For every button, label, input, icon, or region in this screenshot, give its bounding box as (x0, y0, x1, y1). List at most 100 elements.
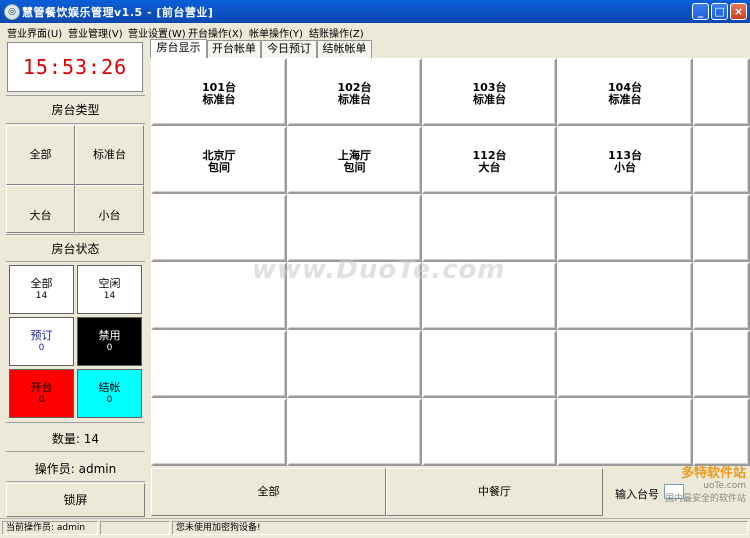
menu-open-table[interactable]: 开台操作(X) (188, 25, 243, 40)
status-opened-count: 0 (38, 395, 45, 405)
table-tile-empty[interactable] (151, 330, 287, 398)
status-bar: 当前操作员: admin 您未使用加密狗设备! (0, 518, 750, 538)
watermark: www.DuoTe.com (252, 255, 506, 285)
menu-bill-ops[interactable]: 帐单操作(Y) (249, 25, 303, 40)
table-number-label: 输入台号 (615, 488, 659, 501)
table-tile-empty[interactable] (422, 330, 557, 398)
table-tile-empty[interactable] (557, 330, 693, 398)
table-tile-empty[interactable] (693, 58, 750, 126)
room-status-title: 房台状态 (51, 242, 100, 256)
table-tile[interactable]: 北京厅 包间 (151, 126, 287, 194)
app-icon: ◎ (4, 4, 20, 20)
table-tile-empty[interactable] (693, 126, 750, 194)
table-type: 标准台 (608, 93, 642, 106)
room-type-large-button[interactable]: 大台 (6, 185, 75, 233)
status-disabled-count: 0 (106, 343, 113, 353)
table-type: 标准台 (338, 93, 371, 106)
status-checkout-label: 结帐 (98, 381, 121, 394)
table-tile-empty[interactable] (693, 330, 750, 398)
status-checkout-button[interactable]: 结帐 0 (77, 369, 142, 418)
status-all-button[interactable]: 全部 14 (9, 265, 74, 314)
table-tile[interactable]: 103台 标准台 (422, 58, 557, 126)
status-reserved-label: 预订 (30, 329, 53, 342)
clock: 15:53:26 (7, 42, 143, 92)
status-free-button[interactable]: 空闲 14 (77, 265, 142, 314)
table-tile-empty[interactable] (557, 398, 693, 466)
table-type: 大台 (478, 161, 501, 174)
divider (6, 234, 145, 235)
table-type: 包间 (208, 161, 230, 174)
corner-branding: 多特软件站 uoTe.com 国内最安全的软件站 (665, 462, 746, 504)
table-tile-empty[interactable] (422, 194, 557, 262)
status-operator: 当前操作员: admin (2, 521, 98, 535)
close-button[interactable]: × (730, 3, 747, 20)
divider (6, 261, 145, 262)
menu-business-mgmt[interactable]: 营业管理(V) (68, 25, 123, 40)
minimize-button[interactable]: _ (692, 3, 709, 20)
table-tile[interactable]: 104台 标准台 (557, 58, 693, 126)
status-opened-button[interactable]: 开台 0 (9, 369, 74, 418)
status-message: 您未使用加密狗设备! (172, 521, 748, 535)
tab-today-reservations[interactable]: 今日预订 (261, 40, 317, 58)
table-tile-empty[interactable] (422, 398, 557, 466)
status-disabled-label: 禁用 (98, 329, 121, 342)
table-tile-empty[interactable] (693, 398, 750, 466)
menu-business-ui[interactable]: 营业界面(U) (7, 25, 62, 40)
table-tile[interactable]: 113台 小台 (557, 126, 693, 194)
table-tile-empty[interactable] (287, 194, 422, 262)
divider (6, 451, 145, 452)
tab-checkout-bills[interactable]: 结帐帐单 (317, 40, 372, 58)
table-tile[interactable]: 101台 标准台 (151, 58, 287, 126)
maximize-button[interactable]: □ (711, 3, 728, 20)
status-free-label: 空闲 (98, 277, 121, 290)
status-reserved-count: 0 (38, 343, 45, 353)
status-free-count: 14 (103, 291, 116, 301)
bottom-bar: 全部 中餐厅 输入台号 (151, 466, 750, 518)
table-type: 标准台 (473, 93, 506, 106)
tab-room-display[interactable]: 房台显示 (150, 39, 207, 58)
table-type: 包间 (343, 161, 366, 174)
divider (6, 95, 145, 96)
menu-business-settings[interactable]: 营业设置(W) (128, 25, 186, 40)
table-tile-empty[interactable] (693, 194, 750, 262)
divider (6, 481, 145, 482)
window-title: 慧管餐饮娱乐管理v1.5 - [前台营业] (22, 6, 214, 19)
table-tile[interactable]: 112台 大台 (422, 126, 557, 194)
status-pane-empty (100, 521, 170, 535)
table-tile-empty[interactable] (287, 398, 422, 466)
status-disabled-button[interactable]: 禁用 0 (77, 317, 142, 366)
slogan-text: 国内最安全的软件站 (664, 494, 746, 504)
table-tile[interactable]: 上海厅 包间 (287, 126, 422, 194)
table-tile[interactable]: 102台 标准台 (287, 58, 422, 126)
area-all-button[interactable]: 全部 (151, 468, 386, 516)
site-text: uoTe.com (703, 481, 746, 491)
divider (6, 422, 145, 423)
area-chinese-restaurant-button[interactable]: 中餐厅 (386, 468, 603, 516)
menu-bar: 营业界面(U) 营业管理(V) 营业设置(W) 开台操作(X) 帐单操作(Y) … (0, 23, 750, 40)
status-reserved-button[interactable]: 预订 0 (9, 317, 74, 366)
left-panel: 15:53:26 房台类型 全部 标准台 大台 小台 房台状态 全部 14 空闲… (6, 41, 145, 518)
table-tile-empty[interactable] (287, 330, 422, 398)
table-tile-empty[interactable] (151, 194, 287, 262)
status-all-label: 全部 (30, 277, 53, 290)
table-type: 标准台 (202, 93, 236, 106)
lock-screen-button[interactable]: 锁屏 (6, 483, 145, 517)
room-type-standard-button[interactable]: 标准台 (75, 125, 144, 185)
status-checkout-count: 0 (106, 395, 113, 405)
count-text: 数量: 14 (51, 432, 100, 446)
title-bar: ◎ 慧管餐饮娱乐管理v1.5 - [前台营业] _ □ × (0, 0, 750, 23)
table-type: 小台 (614, 161, 636, 174)
room-type-small-button[interactable]: 小台 (75, 185, 144, 233)
menu-checkout-ops[interactable]: 结账操作(Z) (309, 25, 364, 40)
table-tile-empty[interactable] (557, 194, 693, 262)
table-tile-empty[interactable] (557, 262, 693, 330)
room-type-title: 房台类型 (51, 103, 100, 117)
tab-open-bills[interactable]: 开台帐单 (207, 40, 261, 58)
status-all-count: 14 (35, 291, 48, 301)
table-tile-empty[interactable] (151, 398, 287, 466)
room-type-all-button[interactable]: 全部 (6, 125, 75, 185)
brand-text: 多特软件站 (680, 466, 746, 481)
status-opened-label: 开台 (30, 381, 53, 394)
operator-text: 操作员: admin (34, 462, 117, 476)
table-tile-empty[interactable] (693, 262, 750, 330)
